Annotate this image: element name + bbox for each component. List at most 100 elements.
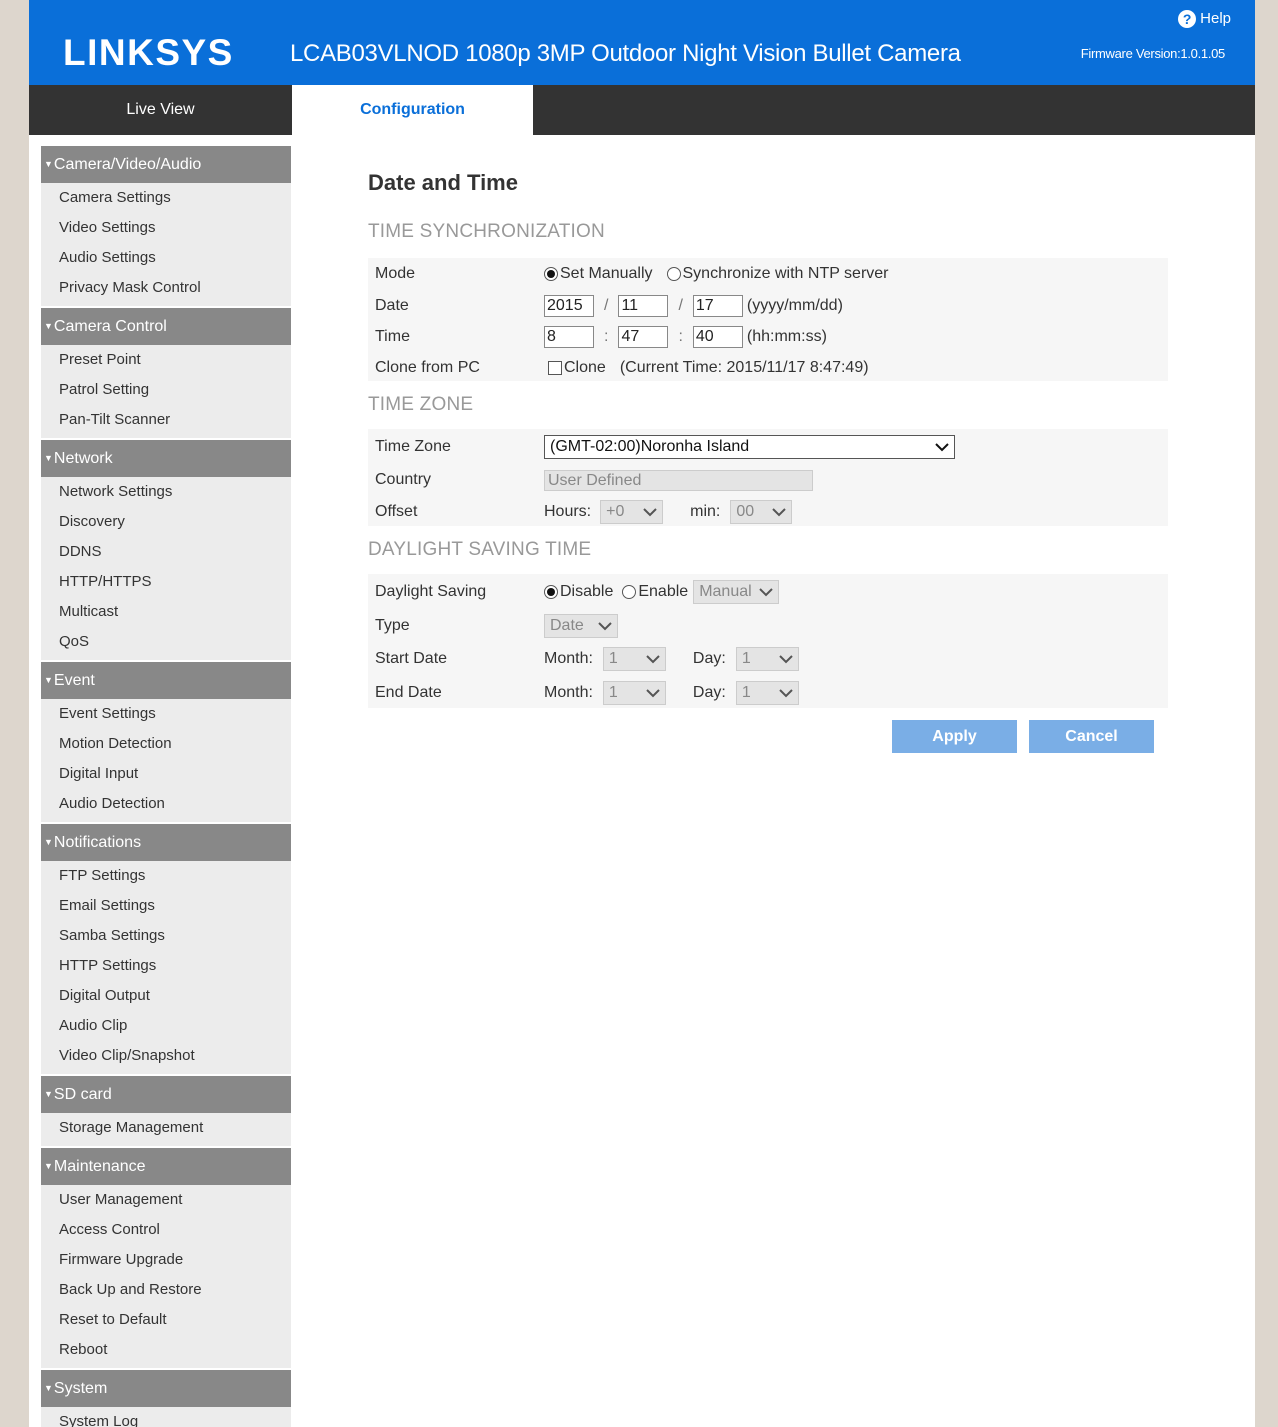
sidebar-item-digital-input[interactable]: Digital Input bbox=[41, 759, 291, 789]
dst-type-label: Type bbox=[375, 617, 410, 634]
dst-enable-radio[interactable] bbox=[622, 585, 637, 599]
sidebar-item-storage-management[interactable]: Storage Management bbox=[41, 1113, 291, 1143]
start-day-value: 1 bbox=[741, 650, 751, 667]
section-title-dst: DAYLIGHT SAVING TIME bbox=[368, 539, 592, 560]
time-label: Time bbox=[375, 328, 410, 345]
time-sync-panel: Mode Set Manually Synchronize with NTP s… bbox=[368, 258, 1168, 381]
sidebar-item-firmware-upgrade[interactable]: Firmware Upgrade bbox=[41, 1245, 291, 1275]
sidebar-section-notifications[interactable]: ▼Notifications bbox=[41, 824, 291, 861]
help-icon: ? bbox=[1178, 10, 1197, 28]
sidebar-item-reset-to-default[interactable]: Reset to Default bbox=[41, 1305, 291, 1335]
triangle-down-icon: ▼ bbox=[44, 1161, 53, 1171]
date-day-input[interactable] bbox=[692, 295, 743, 317]
ntp-radio[interactable] bbox=[666, 267, 681, 281]
help-label: Help bbox=[1200, 10, 1231, 27]
sidebar-section-camera-video-audio[interactable]: ▼Camera/Video/Audio bbox=[41, 146, 291, 183]
sidebar-item-discovery[interactable]: Discovery bbox=[41, 507, 291, 537]
offset-min-select: 00 bbox=[730, 500, 793, 524]
sidebar-item-http-https[interactable]: HTTP/HTTPS bbox=[41, 567, 291, 597]
sidebar-item-preset-point[interactable]: Preset Point bbox=[41, 345, 291, 375]
apply-button[interactable]: Apply bbox=[892, 720, 1017, 753]
sidebar-item-digital-output[interactable]: Digital Output bbox=[41, 981, 291, 1011]
sidebar-section-system[interactable]: ▼System bbox=[41, 1370, 291, 1407]
date-separator: / bbox=[604, 297, 609, 314]
sidebar-item-network-settings[interactable]: Network Settings bbox=[41, 477, 291, 507]
dst-type-value: Date bbox=[550, 617, 584, 634]
sidebar-section-maintenance[interactable]: ▼Maintenance bbox=[41, 1148, 291, 1185]
end-month-label: Month: bbox=[544, 684, 593, 701]
sidebar-item-video-settings[interactable]: Video Settings bbox=[41, 213, 291, 243]
sidebar-item-access-control[interactable]: Access Control bbox=[41, 1215, 291, 1245]
sidebar-item-ftp-settings[interactable]: FTP Settings bbox=[41, 861, 291, 891]
product-title: LCAB03VLNOD 1080p 3MP Outdoor Night Visi… bbox=[290, 40, 961, 67]
sidebar-item-camera-settings[interactable]: Camera Settings bbox=[41, 183, 291, 213]
sidebar-item-http-settings[interactable]: HTTP Settings bbox=[41, 951, 291, 981]
sidebar-item-multicast[interactable]: Multicast bbox=[41, 597, 291, 627]
min-label: min: bbox=[690, 503, 721, 520]
sidebar-section-items: Preset Point Patrol Setting Pan-Tilt Scann… bbox=[41, 345, 291, 438]
sidebar-item-privacy-mask-control[interactable]: Privacy Mask Control bbox=[41, 273, 291, 303]
sidebar-section-sd-card[interactable]: ▼SD card bbox=[41, 1076, 291, 1113]
sidebar-item-reboot[interactable]: Reboot bbox=[41, 1335, 291, 1365]
sidebar-item-video-clip-snapshot[interactable]: Video Clip/Snapshot bbox=[41, 1041, 291, 1071]
sidebar-item-audio-detection[interactable]: Audio Detection bbox=[41, 789, 291, 819]
time-zone-panel: Time Zone (GMT-02:00)Noronha Island Coun… bbox=[368, 429, 1168, 526]
dst-disable-label: Disable bbox=[560, 583, 614, 600]
triangle-down-icon: ▼ bbox=[44, 321, 53, 331]
offset-hours-select: +0 bbox=[600, 500, 664, 524]
dst-enable-label: Enable bbox=[638, 583, 689, 600]
time-minute-input[interactable] bbox=[618, 326, 669, 348]
sidebar-item-event-settings[interactable]: Event Settings bbox=[41, 699, 291, 729]
tab-configuration[interactable]: Configuration bbox=[292, 85, 533, 135]
offset-hours-value: +0 bbox=[606, 503, 625, 520]
country-row: Country User Defined bbox=[368, 465, 1168, 495]
sidebar-section-items: Storage Management bbox=[41, 1113, 291, 1146]
sidebar-section-camera-control[interactable]: ▼Camera Control bbox=[41, 308, 291, 345]
sidebar-item-audio-clip[interactable]: Audio Clip bbox=[41, 1011, 291, 1041]
sidebar-item-ddns[interactable]: DDNS bbox=[41, 537, 291, 567]
start-month-value: 1 bbox=[608, 650, 618, 667]
clone-checkbox[interactable] bbox=[548, 361, 562, 375]
time-zone-select[interactable]: (GMT-02:00)Noronha Island bbox=[544, 435, 955, 459]
triangle-down-icon: ▼ bbox=[44, 159, 53, 169]
date-year-input[interactable] bbox=[544, 295, 594, 317]
time-zone-row: Time Zone (GMT-02:00)Noronha Island bbox=[368, 432, 1168, 462]
sidebar-item-audio-settings[interactable]: Audio Settings bbox=[41, 243, 291, 273]
dst-panel: Daylight Saving Disable Enable Manual Ty… bbox=[368, 574, 1168, 708]
sidebar-item-pan-tilt-scanner[interactable]: Pan-Tilt Scanner bbox=[41, 405, 291, 435]
time-zone-value: (GMT-02:00)Noronha Island bbox=[550, 438, 750, 455]
mode-row: Mode Set Manually Synchronize with NTP s… bbox=[368, 259, 1168, 289]
tab-live-view[interactable]: Live View bbox=[29, 85, 292, 135]
tab-bar: Live View Configuration bbox=[29, 85, 1255, 135]
start-date-label: Start Date bbox=[375, 650, 448, 667]
linksys-logo: LINKSYS bbox=[63, 32, 234, 73]
dst-disable-radio[interactable] bbox=[544, 585, 558, 599]
chevron-down-icon bbox=[645, 685, 661, 701]
section-title-time-sync: TIME SYNCHRONIZATION bbox=[368, 221, 605, 242]
help-link[interactable]: ? Help bbox=[1178, 10, 1231, 28]
sidebar-item-patrol-setting[interactable]: Patrol Setting bbox=[41, 375, 291, 405]
cancel-button[interactable]: Cancel bbox=[1029, 720, 1154, 753]
sidebar-item-motion-detection[interactable]: Motion Detection bbox=[41, 729, 291, 759]
offset-min-value: 00 bbox=[736, 503, 755, 520]
sidebar-item-user-management[interactable]: User Management bbox=[41, 1185, 291, 1215]
set-manually-radio[interactable] bbox=[544, 267, 558, 281]
sidebar-item-email-settings[interactable]: Email Settings bbox=[41, 891, 291, 921]
sidebar-section-items: Network Settings Discovery DDNS HTTP/HTTPS M… bbox=[41, 477, 291, 660]
sidebar-section-title: Network bbox=[53, 450, 113, 467]
date-month-input[interactable] bbox=[618, 295, 669, 317]
sidebar-section-title: Event bbox=[53, 672, 95, 689]
daylight-saving-label: Daylight Saving bbox=[375, 583, 487, 600]
ntp-label: Synchronize with NTP server bbox=[682, 265, 889, 282]
sidebar-item-qos[interactable]: QoS bbox=[41, 627, 291, 657]
sidebar-section-items: FTP Settings Email Settings Samba Settings… bbox=[41, 861, 291, 1074]
dst-type-row: Type Date bbox=[368, 611, 1168, 641]
sidebar-section-network[interactable]: ▼Network bbox=[41, 440, 291, 477]
time-second-input[interactable] bbox=[692, 326, 743, 348]
sidebar-section-event[interactable]: ▼Event bbox=[41, 662, 291, 699]
time-hour-input[interactable] bbox=[544, 326, 594, 348]
sidebar-item-system-log[interactable]: System Log bbox=[41, 1407, 291, 1427]
sidebar-item-back-up-and-restore[interactable]: Back Up and Restore bbox=[41, 1275, 291, 1305]
end-date-label: End Date bbox=[375, 684, 442, 701]
sidebar-item-samba-settings[interactable]: Samba Settings bbox=[41, 921, 291, 951]
